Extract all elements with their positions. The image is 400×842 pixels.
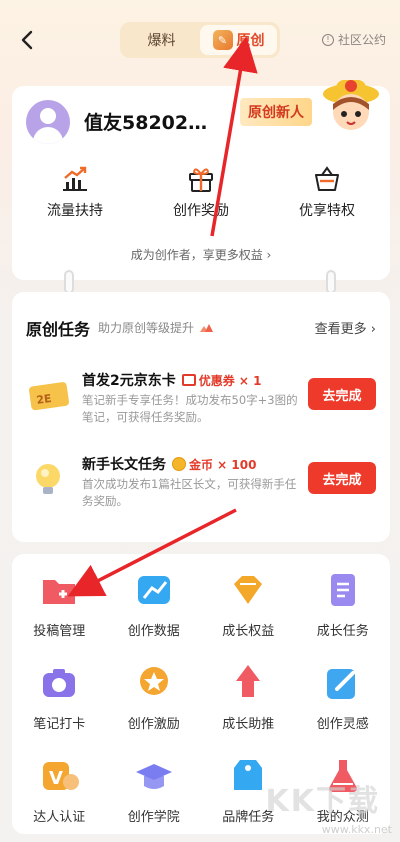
task-title-row: 新手长文任务 金币 × 100 xyxy=(82,454,256,474)
task-reward: 金币 × 100 xyxy=(172,456,256,473)
tool-task-list[interactable]: 成长任务 xyxy=(296,568,391,639)
perk-label: 流量扶持 xyxy=(47,203,103,219)
tool-v-badge[interactable]: V 达人认证 xyxy=(12,754,107,825)
tool-graduation-cap[interactable]: 创作学院 xyxy=(107,754,202,825)
level-up-icon xyxy=(200,323,214,332)
trend-chart-icon xyxy=(63,166,87,191)
top-nav-bar: 爆料 ✎ 原创 ! 社区公约 xyxy=(0,0,400,80)
watermark-logo: KK下载 xyxy=(265,784,380,819)
perk-privilege[interactable]: 优享特权 xyxy=(264,164,390,220)
lightbulb-icon xyxy=(36,464,60,494)
tool-label: 成长助推 xyxy=(222,717,275,732)
new-creator-banner[interactable]: 原创新人 xyxy=(230,76,390,146)
tab-baoliao[interactable]: 爆料 xyxy=(123,25,200,55)
task-item: 新手长文任务 金币 × 100 首次成功发布1篇社区长文，可获得新手任务奖励。 … xyxy=(12,454,390,524)
promo-text: 原创新人 xyxy=(240,98,312,126)
info-icon: ! xyxy=(321,33,334,46)
rules-label: 社区公约 xyxy=(337,33,386,47)
tool-label: 笔记打卡 xyxy=(33,717,86,732)
shopping-tag-icon xyxy=(234,760,263,790)
reward-text: 金币 × 100 xyxy=(189,457,257,472)
coupon-icon xyxy=(181,374,196,386)
mascot-icon xyxy=(323,80,379,130)
more-perks-link[interactable]: 成为创作者，享更多权益 › xyxy=(12,246,390,263)
community-rules-link[interactable]: ! 社区公约 xyxy=(321,31,386,48)
tool-label: 投稿管理 xyxy=(33,624,86,639)
coin-icon xyxy=(172,457,186,471)
tool-star-medal[interactable]: 创作激励 xyxy=(107,661,202,732)
tool-rocket-up[interactable]: 成长助推 xyxy=(201,661,296,732)
task-reward: 优惠券 × 1 xyxy=(181,372,262,389)
star-medal-icon xyxy=(139,667,168,695)
graduation-cap-icon xyxy=(135,764,172,789)
task-title-row: 首发2元京东卡 优惠券 × 1 xyxy=(82,370,262,390)
task-desc: 笔记新手专享任务！成功发布50字+3图的笔记，可获得任务奖励。 xyxy=(82,393,298,424)
back-arrow-icon[interactable] xyxy=(16,28,40,52)
content-type-switch: 爆料 ✎ 原创 xyxy=(120,22,280,58)
tool-label: 成长权益 xyxy=(222,624,275,639)
v-badge-icon: V xyxy=(43,762,80,790)
reward-text: 优惠券 × 1 xyxy=(198,373,262,388)
perk-reward[interactable]: 创作奖励 xyxy=(138,164,264,220)
diamond-crown-icon xyxy=(234,576,263,604)
perk-traffic[interactable]: 流量扶持 xyxy=(12,164,138,220)
gift-box-icon xyxy=(189,168,213,192)
task-list-icon xyxy=(330,574,355,606)
avatar[interactable] xyxy=(26,100,70,144)
basket-icon xyxy=(315,166,339,191)
task-title: 首发2元京东卡 xyxy=(82,373,176,389)
tool-camera[interactable]: 笔记打卡 xyxy=(12,661,107,732)
folder-plus-icon xyxy=(43,580,76,604)
task-item: 2E 首发2元京东卡 优惠券 × 1 笔记新手专享任务！成功发布50字+3图的笔… xyxy=(12,370,390,440)
tool-label: 达人认证 xyxy=(33,810,86,825)
username[interactable]: 值友58202… xyxy=(84,108,207,135)
profile-card: 值友58202… 原创新人 流量扶持 创作奖励 优享特权 成为创作者，享更多权益… xyxy=(12,80,390,280)
tool-folder-plus[interactable]: 投稿管理 xyxy=(12,568,107,639)
tool-label: 创作学院 xyxy=(127,810,180,825)
task-title: 新手长文任务 xyxy=(82,457,166,473)
rocket-up-icon xyxy=(236,665,261,697)
subtitle-text: 助力原创等级提升 xyxy=(98,321,195,335)
go-complete-button[interactable]: 去完成 xyxy=(308,378,376,410)
tab-original[interactable]: ✎ 原创 xyxy=(200,25,277,55)
section-subtitle: 助力原创等级提升 xyxy=(98,319,214,336)
tool-label: 创作灵感 xyxy=(316,717,369,732)
tool-label: 成长任务 xyxy=(316,624,369,639)
original-tasks-card: 原创任务 助力原创等级提升 查看更多 › 2E 首发2元京东卡 优惠券 × 1 … xyxy=(12,292,390,542)
data-chart-icon xyxy=(137,576,170,604)
svg-text:2E: 2E xyxy=(36,392,53,407)
task-desc: 首次成功发布1篇社区长文，可获得新手任务奖励。 xyxy=(82,477,297,508)
perk-label: 创作奖励 xyxy=(173,203,229,219)
svg-text:V: V xyxy=(49,768,63,789)
binder-ring xyxy=(64,270,74,294)
binder-ring xyxy=(326,270,336,294)
section-title: 原创任务 xyxy=(26,320,91,339)
tab-label: 原创 xyxy=(236,33,265,49)
perks-row: 流量扶持 创作奖励 优享特权 xyxy=(12,164,390,220)
go-complete-button[interactable]: 去完成 xyxy=(308,462,376,494)
view-more-link[interactable]: 查看更多 › xyxy=(315,318,376,337)
watermark: www.kkx.net xyxy=(321,823,392,836)
tool-label: 创作数据 xyxy=(127,624,180,639)
tool-label: 创作激励 xyxy=(127,717,180,732)
camera-icon xyxy=(43,669,76,697)
pencil-note-icon xyxy=(326,669,355,699)
tool-pencil-note[interactable]: 创作灵感 xyxy=(296,661,391,732)
tool-diamond-crown[interactable]: 成长权益 xyxy=(201,568,296,639)
tool-data-chart[interactable]: 创作数据 xyxy=(107,568,202,639)
jd-card-icon: 2E xyxy=(29,382,69,411)
original-badge-icon: ✎ xyxy=(212,30,233,50)
tab-label: 爆料 xyxy=(147,33,176,49)
perk-label: 优享特权 xyxy=(299,203,355,219)
